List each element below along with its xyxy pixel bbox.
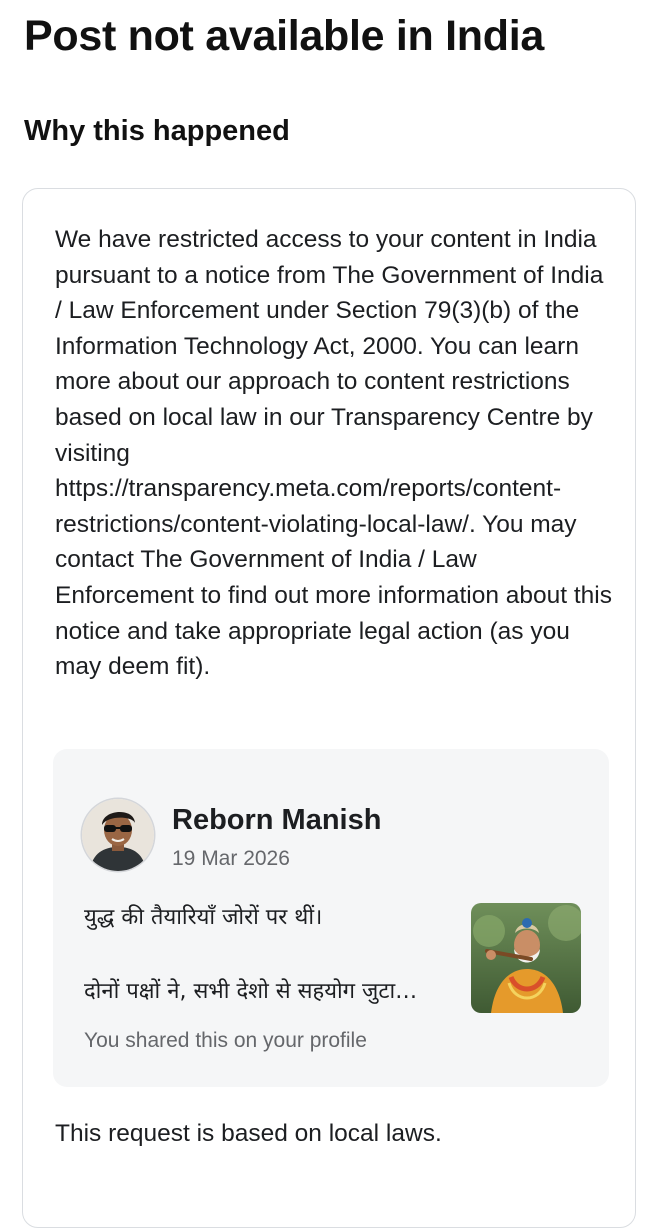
author-avatar[interactable] [82,799,154,871]
local-laws-note: This request is based on local laws. [55,1120,442,1147]
post-author-name[interactable]: Reborn Manish [172,802,381,838]
post-text-line-1: युद्ध की तैयारियाँ जोरों पर थीं। [84,905,323,930]
restricted-post-preview[interactable]: Reborn Manish 19 Mar 2026 युद्ध की तैयार… [53,749,609,1087]
page-title: Post not available in India [24,12,544,60]
restriction-notice-card: We have restricted access to your conten… [22,188,636,1228]
avatar-photo-icon [82,799,154,871]
restriction-notice-text: We have restricted access to your conten… [55,226,612,681]
post-thumbnail[interactable] [471,903,581,1013]
post-text-line-2: दोनों पक्षों ने, सभी देशो से सहयोग जुटा… [84,979,418,1004]
post-image-icon [471,903,581,1013]
section-heading-why: Why this happened [24,115,290,147]
post-date: 19 Mar 2026 [172,847,290,870]
shared-on-profile-note: You shared this on your profile [84,1029,367,1052]
